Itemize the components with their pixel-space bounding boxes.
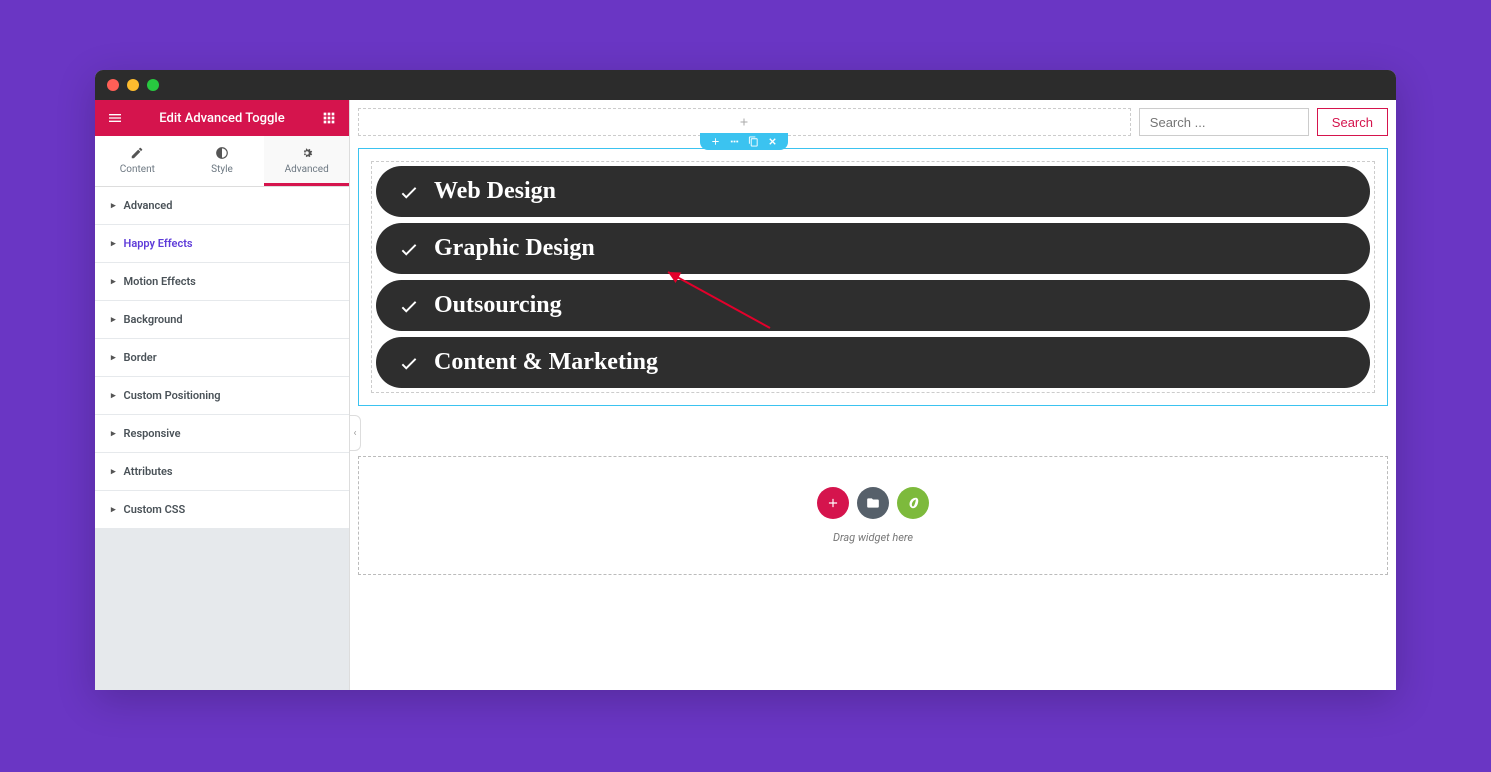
toggle-item[interactable]: Web Design — [376, 166, 1370, 217]
section-toolbar — [700, 133, 788, 150]
plus-icon[interactable] — [710, 136, 721, 147]
section-motion-effects[interactable]: Motion Effects — [95, 263, 349, 301]
search-input[interactable] — [1139, 108, 1309, 136]
toggle-widget[interactable]: Web Design Graphic Design Outsourcing Conte… — [371, 161, 1375, 393]
section-custom-css[interactable]: Custom CSS — [95, 491, 349, 529]
section-attributes[interactable]: Attributes — [95, 453, 349, 491]
window-titlebar — [95, 70, 1396, 100]
drop-text: Drag widget here — [389, 531, 1357, 544]
toggle-item[interactable]: Content & Marketing — [376, 337, 1370, 388]
add-widget-button[interactable] — [817, 487, 849, 519]
gear-icon — [300, 146, 314, 160]
section-custom-positioning[interactable]: Custom Positioning — [95, 377, 349, 415]
toggle-item[interactable]: Graphic Design — [376, 223, 1370, 274]
widget-section[interactable]: Web Design Graphic Design Outsourcing Conte… — [358, 148, 1388, 406]
tab-style[interactable]: Style — [180, 136, 265, 186]
sidebar-header: Edit Advanced Toggle — [95, 100, 349, 136]
leaf-icon — [906, 496, 920, 510]
search-button[interactable]: Search — [1317, 108, 1388, 136]
toggle-item[interactable]: Outsourcing — [376, 280, 1370, 331]
contrast-icon — [215, 146, 229, 160]
tab-advanced[interactable]: Advanced — [264, 136, 349, 186]
plus-icon — [826, 496, 840, 510]
menu-icon[interactable] — [107, 110, 123, 126]
sidebar: Edit Advanced Toggle Content Style Advan… — [95, 100, 350, 690]
toggle-label: Content & Marketing — [434, 349, 658, 376]
sidebar-title: Edit Advanced Toggle — [159, 111, 284, 126]
canvas: ‹ Search Web Design Graphic Design Outsour… — [350, 100, 1396, 690]
drop-buttons — [389, 487, 1357, 519]
top-bar: Search — [358, 108, 1388, 136]
dots-icon[interactable] — [729, 136, 740, 147]
minimize-window-dot[interactable] — [127, 79, 139, 91]
close-window-dot[interactable] — [107, 79, 119, 91]
envato-button[interactable] — [897, 487, 929, 519]
panel-collapse-handle[interactable]: ‹ — [349, 415, 361, 451]
sidebar-tabs: Content Style Advanced — [95, 136, 349, 187]
section-happy-effects[interactable]: Happy Effects — [95, 225, 349, 263]
check-icon — [398, 238, 420, 260]
drop-zone[interactable]: Drag widget here — [358, 456, 1388, 575]
close-icon[interactable] — [767, 136, 778, 147]
app-window: Edit Advanced Toggle Content Style Advan… — [95, 70, 1396, 690]
pencil-icon — [130, 146, 144, 160]
content-area: Edit Advanced Toggle Content Style Advan… — [95, 100, 1396, 690]
folder-icon — [866, 496, 880, 510]
section-border[interactable]: Border — [95, 339, 349, 377]
toggle-label: Web Design — [434, 178, 556, 205]
plus-icon — [738, 116, 750, 128]
section-advanced[interactable]: Advanced — [95, 187, 349, 225]
section-responsive[interactable]: Responsive — [95, 415, 349, 453]
tab-content[interactable]: Content — [95, 136, 180, 186]
copy-icon[interactable] — [748, 136, 759, 147]
check-icon — [398, 181, 420, 203]
grid-icon[interactable] — [321, 110, 337, 126]
toggle-label: Outsourcing — [434, 292, 562, 319]
check-icon — [398, 352, 420, 374]
template-button[interactable] — [857, 487, 889, 519]
toggle-label: Graphic Design — [434, 235, 595, 262]
add-section-area[interactable] — [358, 108, 1131, 136]
maximize-window-dot[interactable] — [147, 79, 159, 91]
check-icon — [398, 295, 420, 317]
section-background[interactable]: Background — [95, 301, 349, 339]
